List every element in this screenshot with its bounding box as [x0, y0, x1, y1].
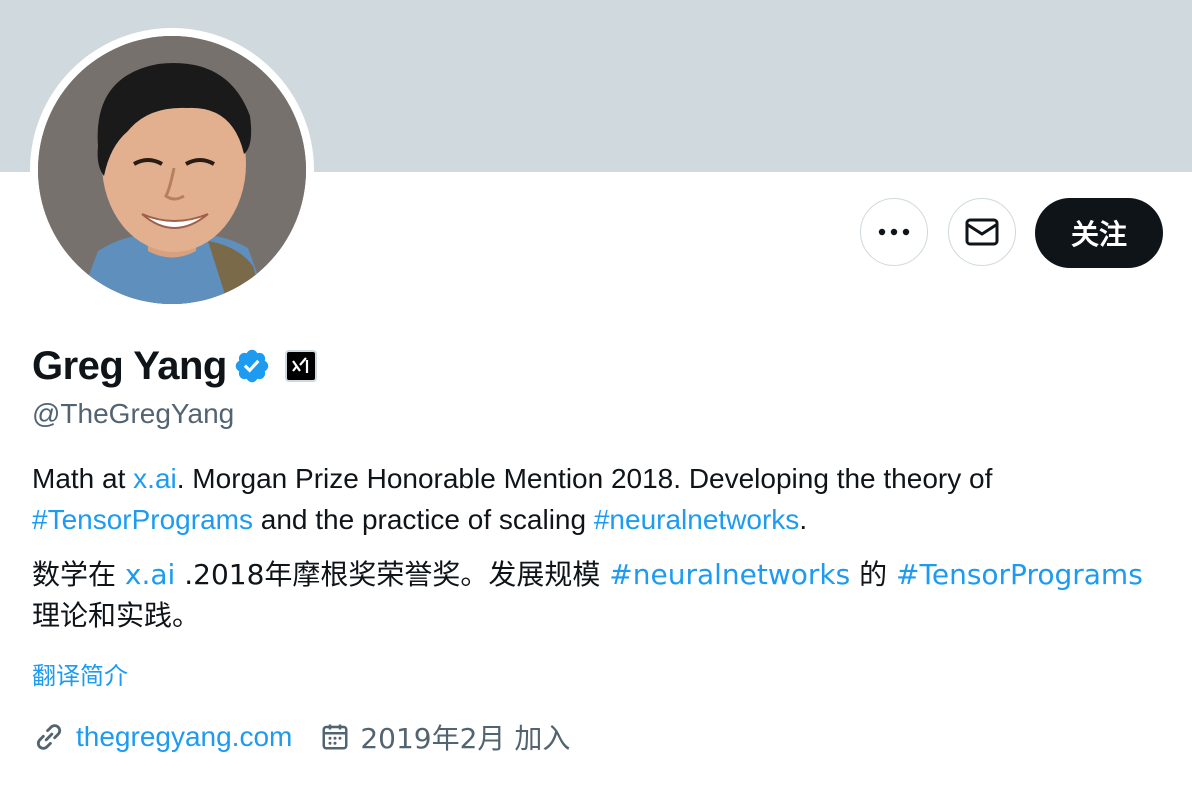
hashtag-neuralnetworks[interactable]: #neuralnetworks	[609, 558, 850, 591]
avatar[interactable]	[38, 36, 306, 304]
joined-date: 2019年2月 加入	[360, 722, 571, 755]
xai-logo-icon[interactable]	[284, 350, 317, 382]
follow-button[interactable]: 关注	[1035, 198, 1163, 268]
link-icon	[36, 724, 62, 750]
joined-item: 2019年2月 加入	[320, 717, 570, 757]
bio-text: .	[799, 504, 808, 535]
more-button[interactable]	[860, 198, 928, 266]
bio-english: Math at x.ai. Morgan Prize Honorable Men…	[32, 458, 1162, 540]
profile-page: 关注 Greg Yang @TheGregYang Math at x.ai. …	[0, 0, 1192, 786]
verified-badge-icon[interactable]	[233, 347, 271, 385]
bio-text: and the practice of scaling	[252, 504, 594, 535]
translate-bio-link[interactable]: 翻译简介	[32, 656, 128, 691]
bio-text: Math at	[32, 463, 134, 494]
more-icon	[878, 228, 910, 236]
bio-chinese: 数学在 x.ai .2018年摩根奖荣誉奖。发展规模 #neuralnetwor…	[32, 554, 1162, 636]
website-item[interactable]: thegregyang.com	[32, 720, 292, 754]
hashtag-neuralnetworks[interactable]: #neuralnetworks	[594, 504, 799, 535]
display-name: Greg Yang	[32, 343, 227, 388]
bio-text: .2018年摩根奖荣誉奖。发展规模	[175, 558, 610, 591]
hashtag-tensorprograms[interactable]: #TensorPrograms	[32, 504, 253, 535]
message-button[interactable]	[948, 198, 1016, 266]
website-link[interactable]: thegregyang.com	[76, 721, 292, 753]
user-handle: @TheGregYang	[32, 398, 235, 429]
bio-text: . Morgan Prize Honorable Mention 2018. D…	[176, 463, 993, 494]
calendar-icon	[322, 724, 348, 750]
profile-meta: thegregyang.com 2019年2月 加入	[32, 716, 570, 758]
bio-link-xai[interactable]: x.ai	[125, 558, 175, 591]
bio-text: 理论和实践。	[32, 599, 201, 632]
name-row: Greg Yang	[32, 340, 317, 392]
mail-icon	[965, 218, 999, 246]
bio-text: 数学在	[32, 558, 125, 591]
hashtag-tensorprograms[interactable]: #TensorPrograms	[896, 558, 1143, 591]
bio-link-xai[interactable]: x.ai	[133, 463, 177, 494]
bio-text: 的	[850, 558, 897, 591]
